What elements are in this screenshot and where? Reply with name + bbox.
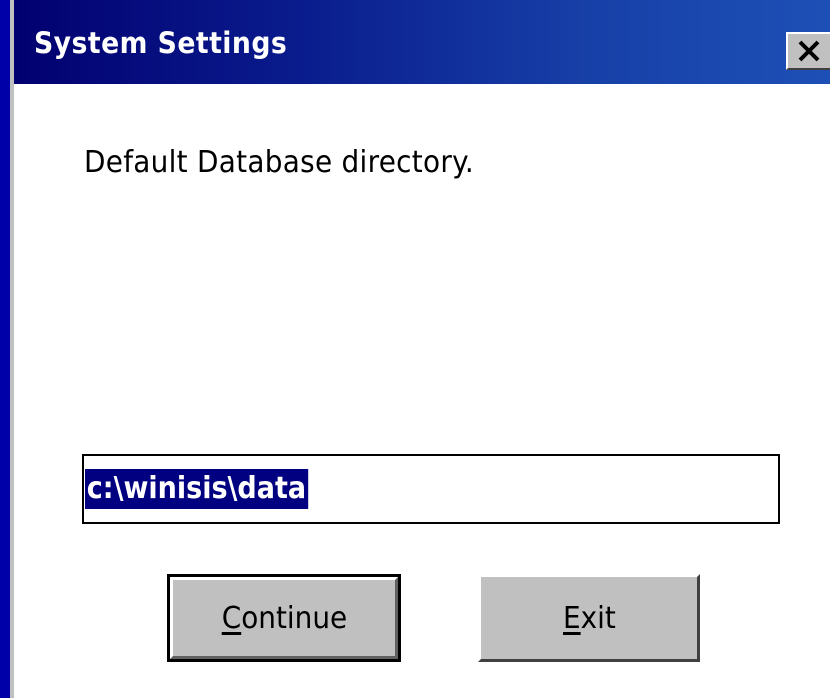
exit-label-rest: xit: [580, 600, 616, 636]
directory-input-value: c:\winisis\data: [85, 469, 308, 509]
exit-button-label: Exit: [563, 601, 616, 636]
title-bar[interactable]: System Settings: [14, 0, 830, 84]
system-settings-dialog: System Settings Default Database directo…: [10, 0, 830, 698]
directory-input[interactable]: c:\winisis\data: [82, 454, 780, 524]
default-directory-label: Default Database directory.: [84, 145, 475, 180]
continue-mnemonic: C: [221, 600, 241, 636]
continue-button[interactable]: Continue: [167, 574, 401, 662]
exit-mnemonic: E: [562, 600, 581, 636]
window-title: System Settings: [34, 26, 288, 60]
close-icon: [796, 39, 822, 63]
exit-button[interactable]: Exit: [478, 574, 700, 662]
continue-button-label: Continue: [221, 601, 346, 636]
continue-label-rest: ontinue: [240, 600, 347, 636]
continue-button-face[interactable]: Continue: [170, 577, 398, 659]
close-button[interactable]: [786, 32, 830, 70]
